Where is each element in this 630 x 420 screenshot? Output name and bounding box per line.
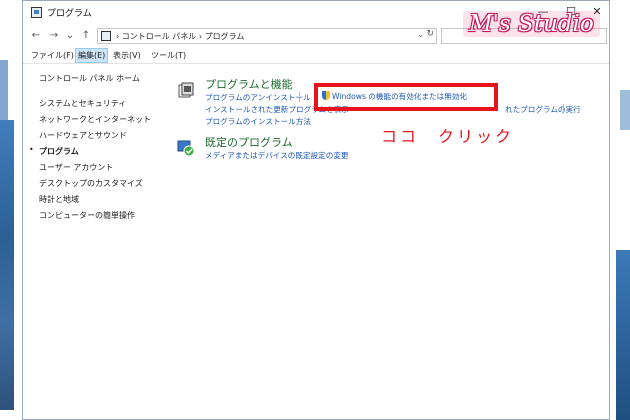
- sidebar-item-system-security[interactable]: システムとセキュリティ: [39, 98, 126, 109]
- refresh-icon[interactable]: ↻: [426, 29, 434, 39]
- control-panel-window: プログラム — ☐ ✕ ← → ⌄ ↑ › コントロール パネル › プログラム…: [22, 0, 610, 420]
- uninstall-program-link[interactable]: プログラムのアンインストール: [205, 92, 311, 103]
- programs-features-title[interactable]: プログラムと機能: [205, 76, 293, 92]
- desktop-strip: [620, 90, 630, 130]
- sidebar-item-appearance[interactable]: デスクトップのカスタマイズ: [39, 178, 143, 189]
- window-title: プログラム: [47, 9, 92, 19]
- shield-icon: [322, 91, 330, 100]
- desktop-strip: [616, 250, 630, 420]
- run-older-programs-link[interactable]: れたプログラムの実行: [505, 104, 581, 115]
- menu-tools[interactable]: ツール(T): [149, 49, 188, 62]
- how-to-install-program-link[interactable]: プログラムのインストール方法: [205, 116, 311, 127]
- desktop-background-left: [0, 0, 22, 420]
- sidebar-item-ease-of-access[interactable]: コンピューターの簡単操作: [39, 210, 135, 221]
- watermark-logo: M's Studio: [463, 11, 600, 37]
- link-separator: [563, 104, 564, 114]
- change-media-defaults-link[interactable]: メディアまたはデバイスの既定設定の変更: [205, 150, 349, 161]
- control-panel-icon: [31, 7, 42, 18]
- annotation-text: ココ クリック: [381, 127, 515, 146]
- sidebar-item-hardware-sound[interactable]: ハードウェアとサウンド: [39, 130, 127, 141]
- current-page-bullet: •: [29, 145, 34, 154]
- menu-edit[interactable]: 編集(E): [75, 48, 109, 63]
- desktop-background-right: [610, 0, 630, 420]
- windows-features-label: Windows の機能の有効化または無効化: [332, 92, 468, 101]
- forward-arrow-icon[interactable]: →: [47, 29, 61, 43]
- programs-features-icon: [178, 82, 194, 98]
- breadcrumb[interactable]: › コントロール パネル › プログラム: [116, 31, 244, 42]
- link-separator: [299, 92, 300, 102]
- sidebar-item-clock-region[interactable]: 時計と地域: [39, 194, 79, 205]
- windows-features-link[interactable]: Windows の機能の有効化または無効化: [322, 91, 470, 102]
- sidebar-item-control-panel-home[interactable]: コントロール パネル ホーム: [39, 73, 140, 84]
- back-arrow-icon[interactable]: ←: [29, 29, 43, 43]
- sidebar-item-user-accounts[interactable]: ユーザー アカウント: [39, 162, 113, 173]
- menu-file[interactable]: ファイル(F): [29, 49, 76, 62]
- desktop-strip: [0, 60, 8, 120]
- chevron-down-icon[interactable]: ⌄: [417, 30, 424, 39]
- default-programs-icon: [177, 140, 195, 157]
- menu-bar: ファイル(F) 編集(E) 表示(V) ツール(T): [23, 47, 609, 64]
- recent-locations-icon[interactable]: ⌄: [63, 29, 77, 43]
- address-bar[interactable]: › コントロール パネル › プログラム ⌄ ↻: [97, 28, 437, 44]
- control-panel-icon: [101, 31, 111, 41]
- up-arrow-icon[interactable]: ↑: [79, 29, 93, 43]
- sidebar-item-programs: プログラム: [39, 147, 79, 156]
- sidebar-item-network[interactable]: ネットワークとインターネット: [39, 114, 151, 125]
- menu-view[interactable]: 表示(V): [111, 49, 143, 62]
- default-programs-title[interactable]: 既定のプログラム: [205, 134, 293, 150]
- desktop-strip: [0, 120, 14, 410]
